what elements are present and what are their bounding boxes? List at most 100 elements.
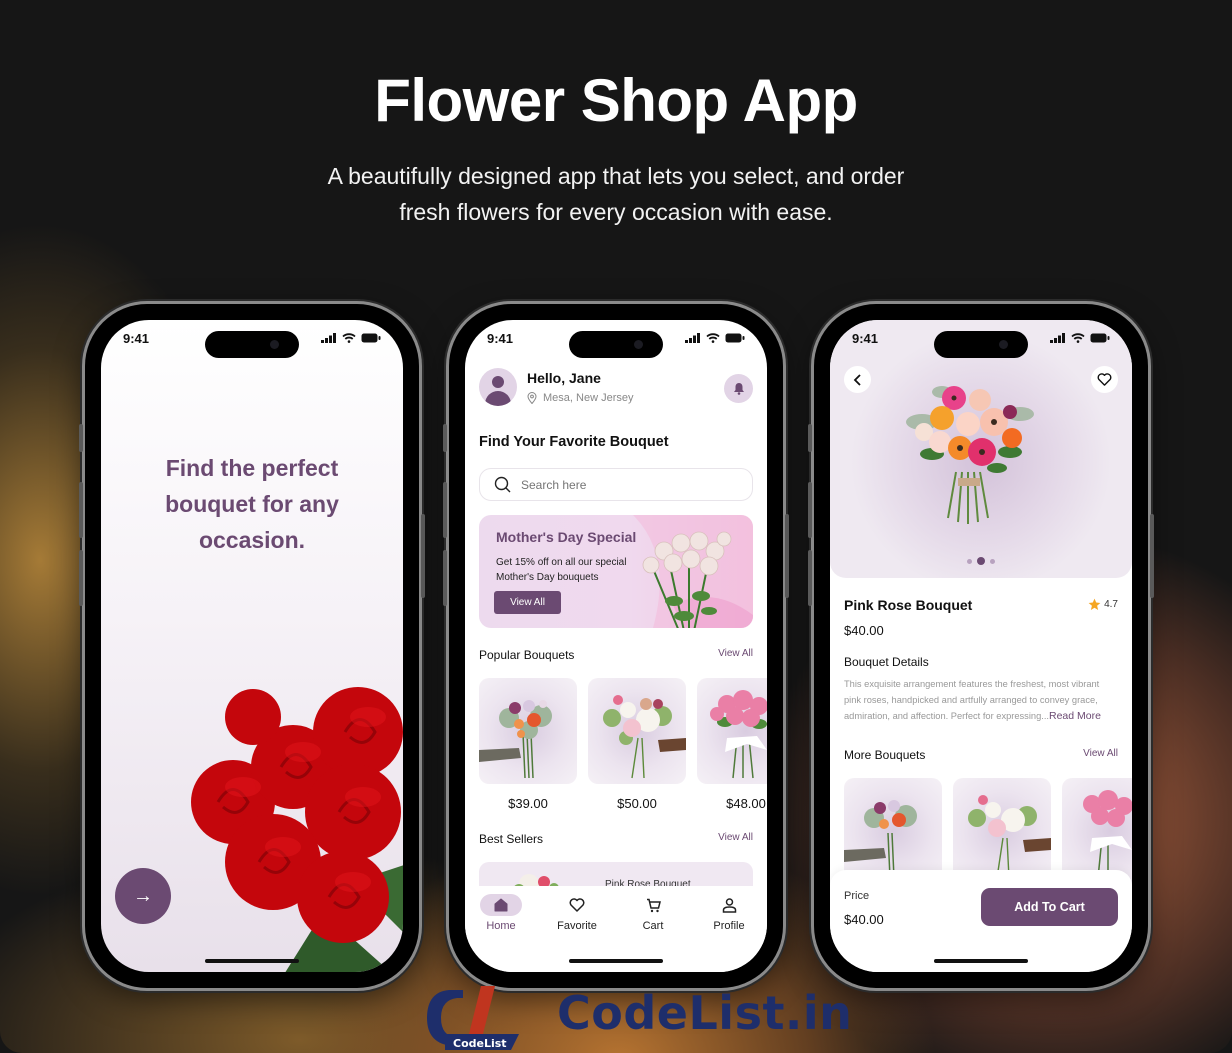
wifi-icon bbox=[1071, 333, 1085, 343]
tab-home[interactable]: Home bbox=[471, 894, 531, 932]
bouquet-image bbox=[697, 678, 767, 784]
home-indicator bbox=[934, 959, 1028, 963]
phone-side-button bbox=[808, 424, 812, 452]
promo-banner[interactable]: Mother's Day Special Get 15% off on all … bbox=[479, 515, 753, 628]
codelist-badge-text: CodeList bbox=[453, 1037, 507, 1050]
arrow-right-icon: → bbox=[133, 884, 153, 907]
phone-home: 9:41 Hello, Jane Mesa, New Jersey Find Y… bbox=[443, 304, 789, 988]
battery-icon bbox=[361, 333, 381, 343]
add-to-cart-button[interactable]: Add To Cart bbox=[981, 888, 1118, 926]
hero-subtitle: A beautifully designed app that lets you… bbox=[0, 158, 1232, 230]
heart-icon bbox=[1097, 373, 1112, 386]
phone-onboarding: 9:41 Find the perfect bouquet for any oc… bbox=[79, 304, 425, 988]
popular-list: $39.00 $50.00 $48.00 bbox=[479, 678, 767, 811]
bouquet-image bbox=[1062, 778, 1132, 884]
phone-side-button bbox=[443, 550, 447, 606]
search-icon bbox=[494, 476, 511, 493]
carousel-dots[interactable] bbox=[830, 557, 1132, 565]
cart-icon bbox=[646, 898, 661, 912]
carousel-dot[interactable] bbox=[990, 558, 995, 564]
tab-favorite[interactable]: Favorite bbox=[547, 894, 607, 932]
product-price: $40.00 bbox=[844, 623, 884, 638]
search-bar[interactable] bbox=[479, 468, 753, 501]
bouquet-card[interactable] bbox=[953, 778, 1051, 884]
phone-side-button bbox=[808, 550, 812, 606]
product-rating: 4.7 bbox=[1088, 598, 1118, 611]
tab-label: Cart bbox=[642, 920, 664, 932]
promo-text-line: Mother's Day bouquets bbox=[496, 572, 599, 583]
pink-rose-bouquet-image bbox=[1083, 790, 1132, 879]
best-sellers-title: Best Sellers bbox=[479, 832, 544, 846]
mixed-bouquet-image bbox=[479, 700, 552, 779]
bouquet-image bbox=[479, 678, 577, 784]
chevron-left-icon bbox=[853, 373, 861, 386]
avatar[interactable] bbox=[479, 368, 517, 406]
search-input[interactable] bbox=[521, 477, 701, 492]
promo-view-all-button[interactable]: View All bbox=[494, 591, 561, 614]
hero-subtitle-line: fresh flowers for every occasion with ea… bbox=[399, 199, 833, 225]
bouquet-card[interactable] bbox=[844, 778, 942, 884]
phone-side-button bbox=[1150, 514, 1154, 598]
star-icon bbox=[1088, 598, 1101, 611]
more-bouquets-title: More Bouquets bbox=[844, 748, 926, 762]
next-button[interactable]: → bbox=[115, 868, 171, 924]
phone-side-button bbox=[79, 482, 83, 538]
back-button[interactable] bbox=[844, 366, 871, 393]
status-time: 9:41 bbox=[487, 331, 514, 346]
more-bouquets-view-all-link[interactable]: View All bbox=[1083, 748, 1118, 759]
battery-icon bbox=[725, 333, 745, 343]
status-time: 9:41 bbox=[852, 331, 879, 346]
location-pin-icon bbox=[527, 392, 537, 404]
home-indicator bbox=[569, 959, 663, 963]
tab-label: Profile bbox=[713, 920, 745, 932]
onboarding-tagline: Find the perfect bouquet for any occasio… bbox=[101, 450, 403, 558]
bouquet-card[interactable] bbox=[1062, 778, 1132, 884]
popular-header: Popular Bouquets View All bbox=[479, 648, 753, 664]
codelist-wordmark: CodeList.in bbox=[557, 986, 853, 1040]
home-screen: 9:41 Hello, Jane Mesa, New Jersey Find Y… bbox=[465, 320, 767, 972]
bouquet-card[interactable]: $39.00 bbox=[479, 678, 577, 811]
location: Mesa, New Jersey bbox=[527, 392, 633, 404]
bouquet-card[interactable]: $50.00 bbox=[588, 678, 686, 811]
more-bouquets-list bbox=[844, 778, 1132, 884]
tagline-line: Find the perfect bbox=[165, 455, 339, 481]
promo-text: Get 15% off on all our special Mother's … bbox=[496, 555, 646, 585]
best-sellers-header: Best Sellers View All bbox=[479, 832, 753, 848]
tab-profile[interactable]: Profile bbox=[699, 894, 759, 932]
rating-value: 4.7 bbox=[1104, 599, 1118, 610]
user-icon bbox=[722, 897, 736, 913]
read-more-link[interactable]: Read More bbox=[1049, 710, 1101, 722]
bouquet-image bbox=[953, 778, 1051, 884]
bouquet-card[interactable]: $48.00 bbox=[697, 678, 767, 811]
price-value: $40.00 bbox=[844, 912, 884, 927]
popular-view-all-link[interactable]: View All bbox=[718, 648, 753, 659]
battery-icon bbox=[1090, 333, 1110, 343]
phone-side-button bbox=[443, 424, 447, 452]
heart-icon bbox=[569, 898, 585, 912]
section-title: Find Your Favorite Bouquet bbox=[479, 434, 669, 450]
pink-rose-bouquet-image bbox=[710, 690, 767, 779]
signal-icon bbox=[685, 333, 700, 343]
home-header: Hello, Jane Mesa, New Jersey bbox=[479, 368, 753, 410]
phone-side-button bbox=[808, 482, 812, 538]
bouquet-image bbox=[588, 678, 686, 784]
best-sellers-view-all-link[interactable]: View All bbox=[718, 832, 753, 843]
peony-bouquet-image bbox=[603, 695, 686, 779]
notification-button[interactable] bbox=[724, 374, 753, 403]
bouquet-price: $39.00 bbox=[508, 796, 548, 811]
signal-icon bbox=[321, 333, 336, 343]
carousel-dot[interactable] bbox=[977, 557, 985, 565]
tab-cart[interactable]: Cart bbox=[623, 894, 683, 932]
product-image-carousel[interactable] bbox=[830, 320, 1132, 578]
tagline-line: occasion. bbox=[198, 527, 306, 553]
signal-icon bbox=[1050, 333, 1065, 343]
white-roses-image bbox=[642, 531, 732, 628]
phone-side-button bbox=[785, 514, 789, 598]
hero-title: Flower Shop App bbox=[374, 67, 858, 134]
dynamic-island bbox=[569, 331, 663, 358]
phone-side-button bbox=[421, 514, 425, 598]
status-time: 9:41 bbox=[123, 331, 150, 346]
dynamic-island bbox=[205, 331, 299, 358]
carousel-dot[interactable] bbox=[967, 558, 972, 564]
favorite-button[interactable] bbox=[1091, 366, 1118, 393]
